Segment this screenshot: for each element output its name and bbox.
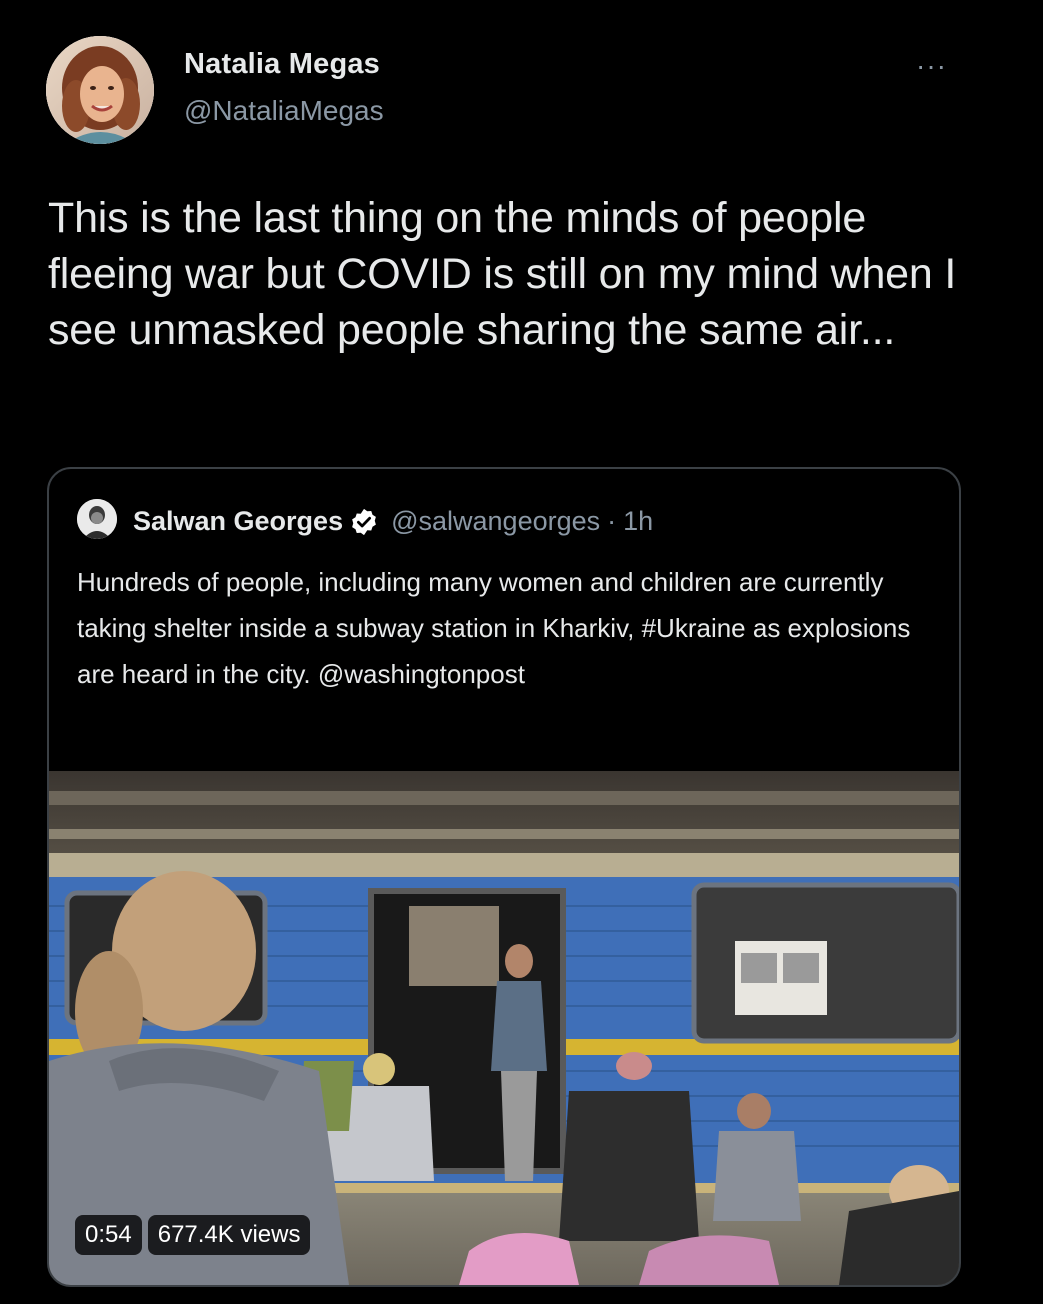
- quoted-author-name[interactable]: Salwan Georges: [133, 506, 343, 537]
- separator: ·: [607, 506, 617, 536]
- video-badges: 0:54 677.4K views: [75, 1215, 311, 1255]
- verified-icon: [349, 507, 379, 537]
- video-views: 677.4K views: [147, 1215, 311, 1255]
- author-name[interactable]: Natalia Megas: [184, 48, 380, 81]
- quoted-text: Hundreds of people, including many women…: [77, 567, 911, 689]
- quoted-author-handle[interactable]: @salwangeorges: [391, 506, 600, 537]
- video-frame: [49, 771, 959, 1285]
- quoted-tweet[interactable]: Salwan Georges @salwangeorges · 1h Hundr…: [47, 467, 961, 1287]
- quoted-header: Salwan Georges @salwangeorges · 1h: [133, 506, 653, 537]
- quoted-author-avatar[interactable]: [77, 499, 117, 539]
- more-icon[interactable]: ···: [916, 52, 947, 80]
- video-player[interactable]: 0:54 677.4K views: [49, 771, 959, 1285]
- author-avatar[interactable]: [46, 36, 154, 144]
- quoted-timestamp[interactable]: 1h: [623, 506, 653, 537]
- tweet-text: This is the last thing on the minds of p…: [48, 194, 957, 354]
- video-duration: 0:54: [75, 1215, 142, 1255]
- author-handle[interactable]: @NataliaMegas: [184, 95, 384, 127]
